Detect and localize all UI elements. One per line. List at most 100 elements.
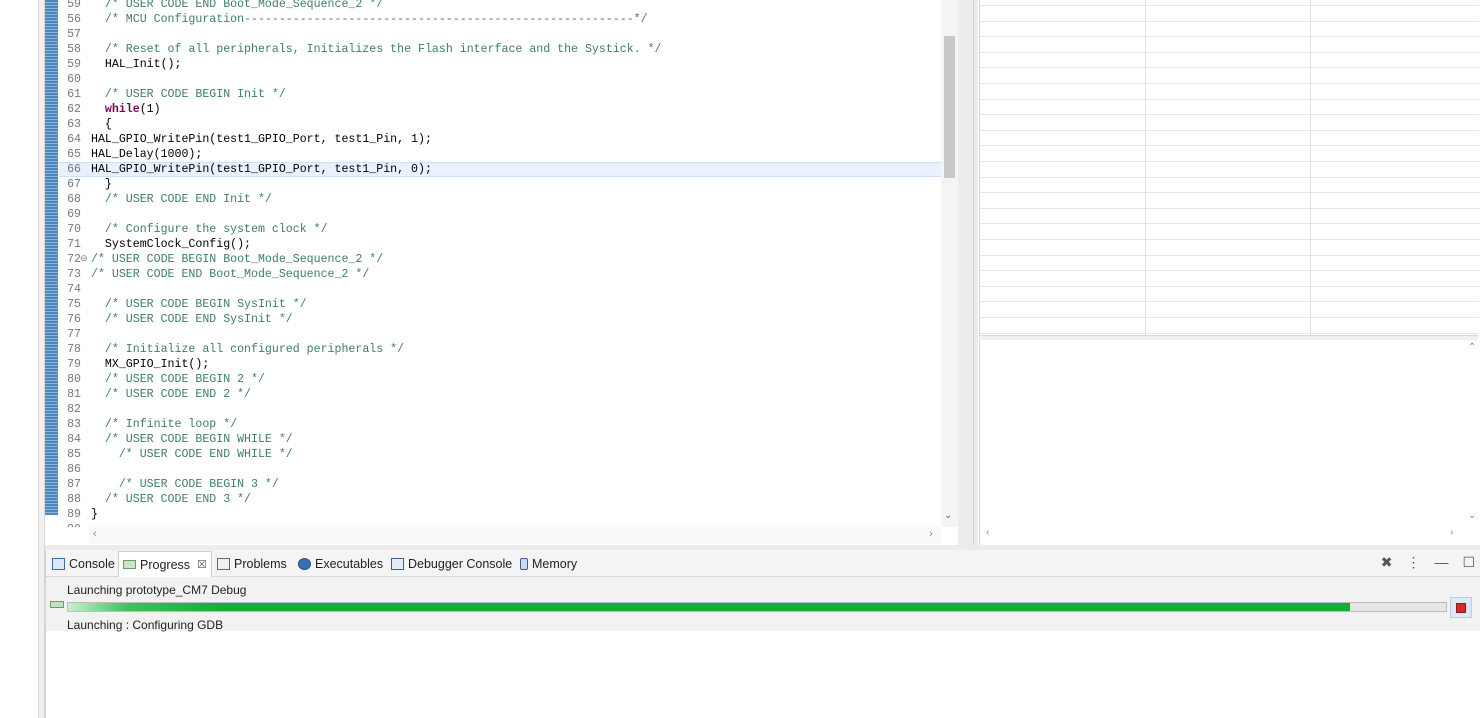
grid-row (980, 83, 1479, 84)
line-number: 71 (67, 238, 81, 251)
code-line[interactable]: 77 (59, 327, 941, 342)
code-text-area[interactable]: 59 /* USER CODE END Boot_Mode_Sequence_2… (59, 0, 941, 527)
line-number: 61 (67, 88, 81, 101)
code-line[interactable]: 82 (59, 402, 941, 417)
code-line[interactable]: 73 /* USER CODE END Boot_Mode_Sequence_2 … (59, 267, 941, 282)
grid-row (980, 286, 1479, 287)
line-text: /* Reset of all peripherals, Initializes… (91, 43, 662, 56)
code-line[interactable]: 59 /* USER CODE END Boot_Mode_Sequence_2… (59, 0, 941, 12)
line-text: { (91, 118, 112, 131)
vertical-sash[interactable] (958, 0, 978, 545)
line-number: 82 (67, 403, 81, 416)
code-line[interactable]: 88 /* USER CODE END 3 */ (59, 492, 941, 507)
maximize-icon[interactable]: ☐ (1462, 554, 1475, 571)
code-line[interactable]: 58 /* Reset of all peripherals, Initiali… (59, 42, 941, 57)
code-line[interactable]: 63 { (59, 117, 941, 132)
line-text: /* USER CODE END SysInit */ (91, 313, 293, 326)
fold-toggle-icon[interactable]: ⊖ (80, 252, 88, 267)
code-line[interactable]: 57 (59, 27, 941, 42)
code-line[interactable]: 83 /* Infinite loop */ (59, 417, 941, 432)
code-line[interactable]: 56 /* MCU Configuration-----------------… (59, 12, 941, 27)
code-line[interactable]: 74 (59, 282, 941, 297)
line-text: /* Configure the system clock */ (91, 223, 328, 236)
editor-vertical-scrollbar[interactable]: ⌄ (941, 0, 958, 527)
grid-row (980, 161, 1479, 162)
line-text: HAL_Init(); (91, 58, 182, 71)
code-line[interactable]: 59 HAL_Init(); (59, 57, 941, 72)
scroll-up-icon[interactable]: ⌃ (1468, 342, 1476, 353)
scroll-down-icon[interactable]: ⌄ (944, 510, 952, 521)
minimize-icon[interactable]: — (1434, 554, 1448, 571)
scrollbar-thumb[interactable] (944, 36, 955, 178)
code-line[interactable]: 81 /* USER CODE END 2 */ (59, 387, 941, 402)
code-line[interactable]: 85 /* USER CODE END WHILE */ (59, 447, 941, 462)
code-editor[interactable]: 59 /* USER CODE END Boot_Mode_Sequence_2… (45, 0, 959, 545)
code-line[interactable]: 89} (59, 507, 941, 522)
code-line[interactable]: 69 (59, 207, 941, 222)
line-text: MX_GPIO_Init(); (91, 358, 210, 371)
grid-row (980, 99, 1479, 100)
line-number: 87 (67, 478, 81, 491)
tab-console[interactable]: Console (50, 553, 117, 575)
code-line[interactable]: 61 /* USER CODE BEGIN Init */ (59, 87, 941, 102)
code-line[interactable]: 84 /* USER CODE BEGIN WHILE */ (59, 432, 941, 447)
code-line[interactable]: 75 /* USER CODE BEGIN SysInit */ (59, 297, 941, 312)
code-line[interactable]: 60 (59, 72, 941, 87)
code-line[interactable]: 79 MX_GPIO_Init(); (59, 357, 941, 372)
overview-ruler (45, 0, 58, 515)
close-tab-icon[interactable]: ☒ (197, 558, 207, 571)
line-text: /* USER CODE BEGIN Boot_Mode_Sequence_2 … (91, 253, 384, 266)
code-line[interactable]: 78 /* Initialize all configured peripher… (59, 342, 941, 357)
tab-progress[interactable]: Progress ☒ (118, 551, 212, 577)
code-line[interactable]: 67 } (59, 177, 941, 192)
code-line[interactable]: 65 HAL_Delay(1000); (59, 147, 941, 162)
line-text: HAL_GPIO_WritePin(test1_GPIO_Port, test1… (91, 163, 432, 176)
code-line[interactable]: 71 SystemClock_Config(); (59, 237, 941, 252)
tab-memory[interactable]: Memory (520, 553, 577, 575)
line-number: 86 (67, 463, 81, 476)
code-line[interactable]: 64 HAL_GPIO_WritePin(test1_GPIO_Port, tes… (59, 132, 941, 147)
code-line[interactable]: 86 (59, 462, 941, 477)
debugger-console-icon (391, 558, 404, 570)
code-line[interactable]: 76 /* USER CODE END SysInit */ (59, 312, 941, 327)
line-number: 59 (67, 0, 81, 11)
memory-icon (520, 558, 528, 570)
tab-executables[interactable]: Executables (298, 553, 383, 575)
code-line[interactable]: 72 ⊖/* USER CODE BEGIN Boot_Mode_Sequence… (59, 252, 941, 267)
editor-horizontal-scrollbar[interactable]: ‹ › (89, 527, 941, 544)
grid-row (980, 130, 1479, 131)
line-number: 64 (67, 133, 81, 146)
grid-row (980, 301, 1479, 302)
right-detail-panel: ⌃ ⌄ ‹ › (979, 340, 1479, 545)
line-number: 80 (67, 373, 81, 386)
tab-debugger-console[interactable]: Debugger Console (391, 553, 512, 575)
grid-row (980, 145, 1479, 146)
remove-all-finished-icon[interactable]: ✖ (1381, 554, 1393, 571)
scroll-right-icon[interactable]: › (929, 528, 933, 540)
scroll-left-icon[interactable]: ‹ (93, 528, 97, 540)
grid-column (1145, 0, 1146, 335)
grid-row (980, 5, 1479, 6)
scroll-down-icon[interactable]: ⌄ (1468, 510, 1476, 521)
code-line[interactable]: 68 /* USER CODE END Init */ (59, 192, 941, 207)
line-number: 85 (67, 448, 81, 461)
grid-row (980, 21, 1479, 22)
tab-problems[interactable]: Problems (217, 553, 287, 575)
scroll-left-icon[interactable]: ‹ (986, 527, 989, 538)
code-line[interactable]: 62 while(1) (59, 102, 941, 117)
code-line[interactable]: 80 /* USER CODE BEGIN 2 */ (59, 372, 941, 387)
scroll-right-icon[interactable]: › (1450, 527, 1453, 538)
code-line[interactable]: 66 HAL_GPIO_WritePin(test1_GPIO_Port, tes… (59, 162, 941, 177)
cancel-operation-button[interactable] (1450, 597, 1472, 618)
line-number: 72 (67, 253, 81, 266)
view-menu-icon[interactable]: ⋮ (1406, 554, 1420, 571)
code-line[interactable]: 70 /* Configure the system clock */ (59, 222, 941, 237)
line-number: 73 (67, 268, 81, 281)
code-line[interactable]: 87 /* USER CODE BEGIN 3 */ (59, 477, 941, 492)
line-text: /* Initialize all configured peripherals… (91, 343, 405, 356)
progress-icon (123, 560, 136, 569)
line-number: 74 (67, 283, 81, 296)
line-number: 56 (67, 13, 81, 26)
line-text: /* USER CODE BEGIN SysInit */ (91, 298, 307, 311)
line-number: 63 (67, 118, 81, 131)
